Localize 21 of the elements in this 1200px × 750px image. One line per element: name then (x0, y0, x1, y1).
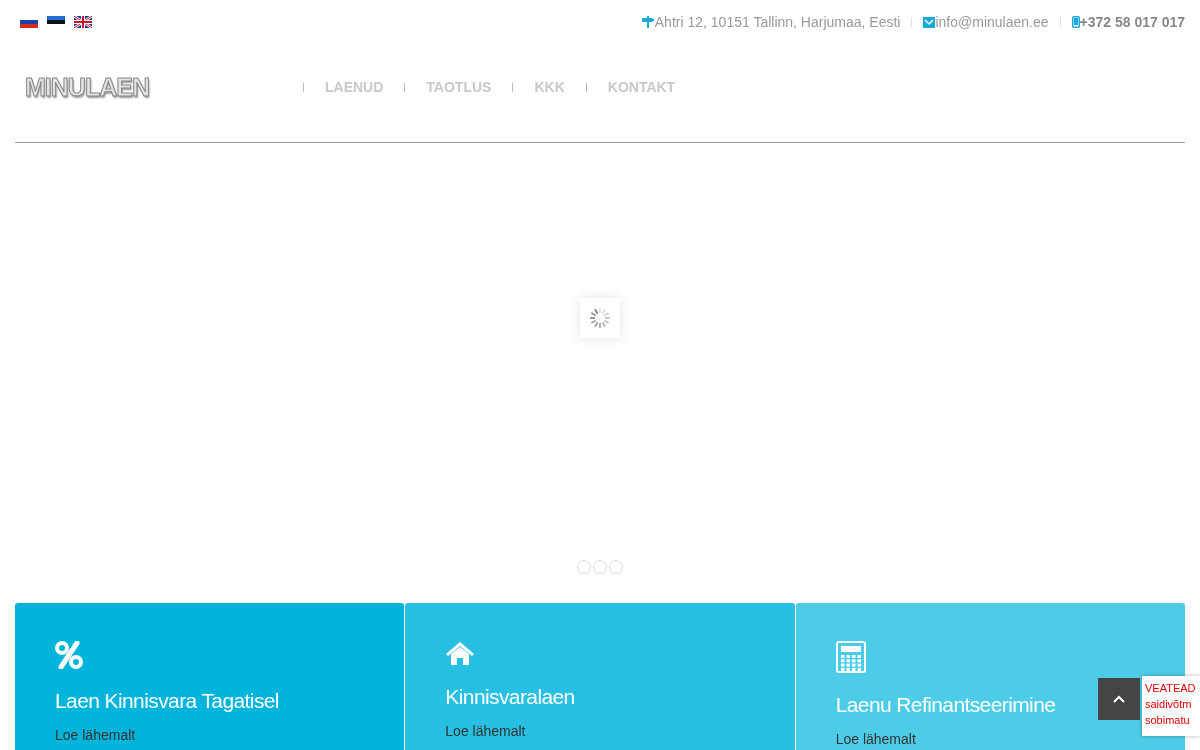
signpost-icon (640, 16, 655, 28)
calculator-icon (835, 641, 866, 673)
card-title: Laen Kinnisvara Tagatisel (55, 689, 279, 713)
phone-number: +372 58 017 017 (1079, 14, 1185, 30)
read-more-link[interactable]: Loe lähemalt (445, 723, 526, 739)
percent-icon (55, 641, 83, 669)
flag-icon[interactable] (74, 16, 92, 28)
house-icon (445, 641, 476, 665)
card-title: Laenu Refinantseerimine (835, 693, 1056, 717)
read-more-link[interactable]: Loe lähemalt (835, 731, 916, 747)
phone-icon (1071, 16, 1080, 28)
address-text: Ahtri 12, 10151 Tallinn, Harjumaa, Eesti (654, 14, 901, 30)
chevron-up-icon (1113, 695, 1125, 703)
email-address: info@minulaen.ee (935, 14, 1049, 30)
logo[interactable]: MINULAEN (15, 72, 303, 102)
spinner-icon (588, 306, 612, 330)
scroll-top-button[interactable] (1098, 678, 1140, 720)
error-message: VEATEAD saidivõtm sobimatu (1142, 676, 1200, 736)
mail-icon (923, 16, 936, 28)
read-more-link[interactable]: Loe lähemalt (55, 727, 136, 743)
card-title: Kinnisvaralaen (445, 685, 575, 709)
